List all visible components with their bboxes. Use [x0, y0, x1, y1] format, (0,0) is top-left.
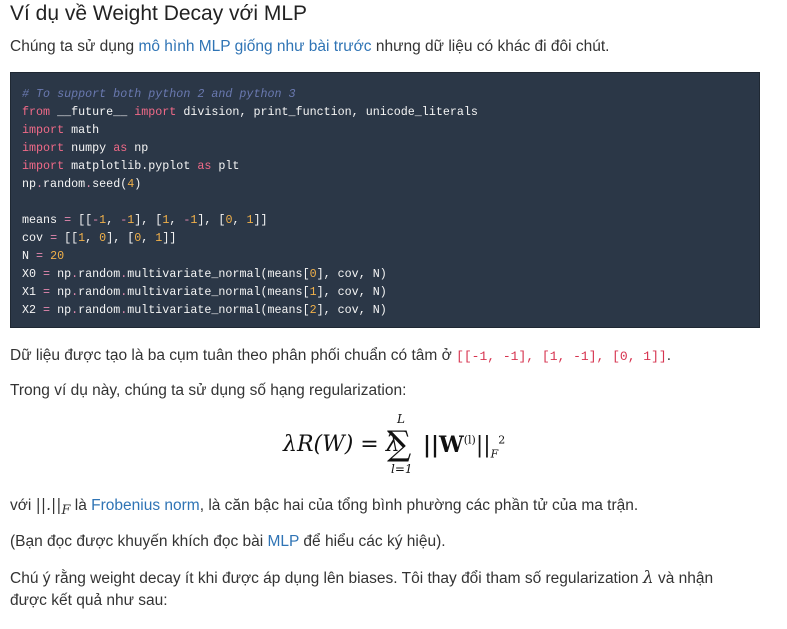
code-line: X0 = np.random.multivariate_normal(means…: [22, 267, 387, 281]
bias-note-after: và nhận: [653, 570, 714, 587]
code-line: X2 = np.random.multivariate_normal(means…: [22, 303, 387, 317]
bias-note-line-1: Chú ý rằng weight decay ít khi được áp d…: [10, 567, 713, 590]
code-content: # To support both python 2 and python 3 …: [22, 85, 478, 319]
code-line: import math: [22, 123, 100, 137]
code-line: np.random.seed(4): [22, 177, 142, 191]
norm-text-before: với: [10, 497, 36, 514]
code-block: # To support both python 2 and python 3 …: [10, 72, 760, 328]
intro-text-before: Chúng ta sử dụng: [10, 38, 139, 55]
code-line: N = 20: [22, 249, 65, 263]
data-description-text: Dữ liệu được tạo là ba cụm tuân theo phâ…: [10, 347, 457, 364]
norm-text-mid: là: [70, 497, 92, 514]
reading-text-after: để hiểu các ký hiệu).: [299, 533, 446, 550]
intro-paragraph: Chúng ta sử dụng mô hình MLP giống như b…: [10, 36, 609, 58]
bias-note-text: Chú ý rằng weight decay ít khi được áp d…: [10, 570, 643, 587]
bias-note-line-2: được kết quả như sau:: [10, 592, 168, 609]
code-line: cov = [[1, 0], [0, 1]]: [22, 231, 177, 245]
reading-suggestion: (Bạn đọc được khuyến khích đọc bài MLP đ…: [10, 531, 446, 553]
data-description-end: .: [666, 347, 672, 364]
cluster-centers-code: [[-1, -1], [1, -1], [0, 1]]: [456, 349, 667, 364]
lambda-symbol: λ: [642, 568, 654, 588]
code-line: import numpy as np: [22, 141, 149, 155]
code-line: # To support both python 2 and python 3: [22, 87, 296, 101]
page-title: Ví dụ về Weight Decay với MLP: [10, 2, 308, 25]
regularization-formula: λR(W) = λ ∑ L l=1 ||W(l)||F2: [283, 412, 506, 482]
mlp-link[interactable]: MLP: [268, 533, 300, 550]
data-description: Dữ liệu được tạo là ba cụm tuân theo phâ…: [10, 345, 671, 368]
sum-symbol: ∑: [387, 424, 412, 464]
sum-lower-limit: l=1: [391, 462, 413, 476]
mlp-previous-post-link[interactable]: mô hình MLP giống như bài trước: [138, 38, 371, 55]
frobenius-norm-symbol: ||.||F: [35, 496, 71, 519]
reading-text-before: (Bạn đọc được khuyến khích đọc bài: [10, 533, 268, 550]
intro-text-after: nhưng dữ liệu có khác đi đôi chút.: [371, 38, 610, 55]
code-line: from __future__ import division, print_f…: [22, 105, 478, 119]
formula-left: λR(W) = λ: [283, 432, 400, 457]
code-line: X1 = np.random.multivariate_normal(means…: [22, 285, 387, 299]
regularization-intro: Trong ví dụ này, chúng ta sử dụng số hạn…: [10, 382, 407, 399]
code-line: means = [[-1, -1], [1, -1], [0, 1]]: [22, 213, 268, 227]
sum-upper-limit: L: [397, 412, 405, 426]
norm-text-after: , là căn bậc hai của tổng bình phường cá…: [199, 497, 639, 514]
frobenius-norm-link[interactable]: Frobenius norm: [91, 497, 200, 514]
code-line: import matplotlib.pyplot as plt: [22, 159, 240, 173]
formula-right: ||W(l)||F2: [423, 432, 506, 461]
norm-description: với ||.||F là Frobenius norm, là căn bậc…: [10, 494, 638, 522]
